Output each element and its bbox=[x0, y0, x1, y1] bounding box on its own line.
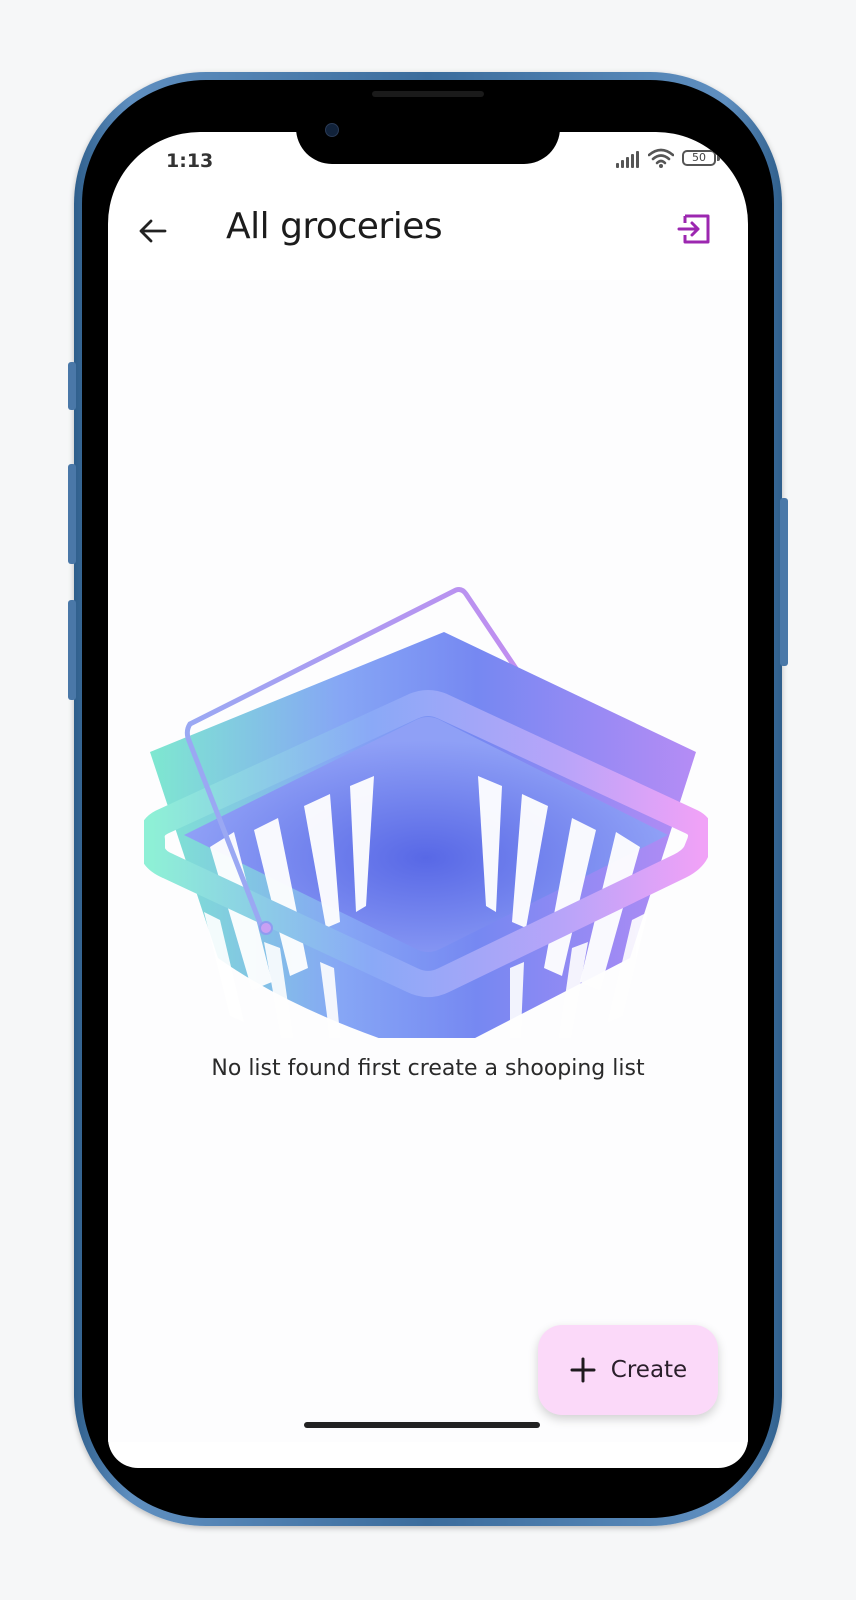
status-icons: 50 bbox=[616, 148, 726, 170]
plus-icon bbox=[570, 1357, 596, 1383]
front-camera bbox=[325, 123, 339, 137]
phone-volume-up-button bbox=[68, 464, 76, 564]
empty-state-message: No list found first create a shooping li… bbox=[211, 1056, 645, 1081]
phone-volume-down-button bbox=[68, 600, 76, 700]
back-arrow-icon[interactable] bbox=[138, 216, 168, 246]
phone-speaker bbox=[372, 91, 484, 97]
shopping-basket-illustration bbox=[144, 587, 708, 1038]
battery-icon: 50 bbox=[682, 150, 716, 166]
phone-notch bbox=[296, 110, 560, 164]
battery-tip bbox=[717, 155, 720, 161]
phone-silent-switch bbox=[68, 362, 76, 410]
create-list-button[interactable]: Create bbox=[538, 1325, 718, 1415]
logout-icon[interactable] bbox=[676, 210, 714, 248]
status-time: 1:13 bbox=[166, 150, 214, 172]
create-button-label: Create bbox=[610, 1357, 688, 1383]
phone-power-button bbox=[780, 498, 788, 666]
home-indicator[interactable] bbox=[304, 1422, 540, 1428]
page-title: All groceries bbox=[226, 206, 443, 247]
wifi-icon bbox=[648, 148, 674, 168]
app-screen: 1:13 50 All groceries No list found firs… bbox=[108, 132, 748, 1468]
